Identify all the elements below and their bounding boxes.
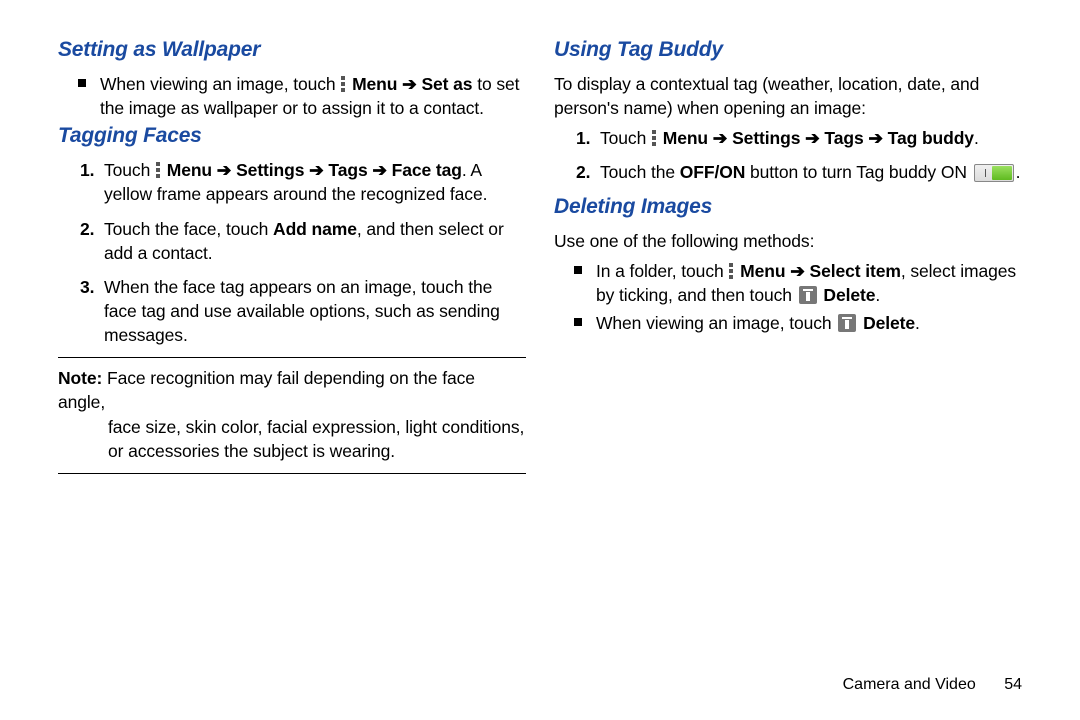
arrow-icon: ➔ (790, 261, 809, 281)
text: Touch the (600, 162, 680, 182)
page-footer: Camera and Video 54 (843, 676, 1022, 694)
footer-section: Camera and Video (843, 676, 976, 693)
left-column: Setting as Wallpaper When viewing an ima… (58, 38, 526, 482)
step-3: When the face tag appears on an image, t… (104, 275, 526, 347)
text: Touch (104, 160, 155, 180)
menu-icon (652, 130, 656, 146)
text: . (1016, 162, 1021, 182)
text-setas: Set as (421, 74, 472, 94)
text-offon: OFF/ON (680, 162, 746, 182)
text-delete: Delete (823, 285, 875, 305)
bullet-wallpaper: When viewing an image, touch Menu ➔ Set … (100, 72, 526, 120)
heading-tag-buddy: Using Tag Buddy (554, 38, 1022, 62)
arrow-icon: ➔ (402, 74, 421, 94)
right-column: Using Tag Buddy To display a contextual … (554, 38, 1022, 482)
divider (58, 473, 526, 474)
step-1: Touch Menu ➔ Settings ➔ Tags ➔ Tag buddy… (600, 126, 1022, 150)
trash-icon (838, 314, 856, 332)
step-2: Touch the face, touch Add name, and then… (104, 217, 526, 265)
text-path: Menu ➔ Settings ➔ Tags ➔ Tag buddy (663, 128, 974, 148)
step-1: Touch Menu ➔ Settings ➔ Tags ➔ Face tag.… (104, 158, 526, 206)
text: . (915, 313, 920, 333)
text-path: Menu ➔ Settings ➔ Tags ➔ Face tag (167, 160, 462, 180)
text: In a folder, touch (596, 261, 728, 281)
paragraph-methods: Use one of the following methods: (554, 229, 1022, 253)
text: button to turn Tag buddy ON (745, 162, 971, 182)
note-label: Note: (58, 368, 102, 388)
switch-on-icon (974, 164, 1014, 182)
trash-icon (799, 286, 817, 304)
text: When viewing an image, touch (596, 313, 836, 333)
text-addname: Add name (273, 219, 357, 239)
text: Touch (600, 128, 651, 148)
text: . (974, 128, 979, 148)
text: When viewing an image, touch (100, 74, 340, 94)
heading-tagging-faces: Tagging Faces (58, 124, 526, 148)
text-select: Select item (810, 261, 901, 281)
bullet-viewing-delete: When viewing an image, touch Delete. (596, 311, 1022, 335)
menu-icon (729, 263, 733, 279)
bullet-folder-delete: In a folder, touch Menu ➔ Select item, s… (596, 259, 1022, 307)
heading-wallpaper: Setting as Wallpaper (58, 38, 526, 62)
text: When the face tag appears on an image, t… (104, 277, 500, 345)
text-menu: Menu (740, 261, 785, 281)
text: face size, skin color, facial expression… (58, 415, 526, 463)
text: . (875, 285, 880, 305)
divider (58, 357, 526, 358)
heading-deleting-images: Deleting Images (554, 195, 1022, 219)
text-delete: Delete (863, 313, 915, 333)
step-2: Touch the OFF/ON button to turn Tag budd… (600, 160, 1022, 184)
text: Face recognition may fail depending on t… (58, 368, 475, 412)
text-menu: Menu (352, 74, 397, 94)
note-block: Note: Face recognition may fail dependin… (58, 366, 526, 463)
page-number: 54 (1004, 676, 1022, 694)
menu-icon (156, 162, 160, 178)
paragraph-intro: To display a contextual tag (weather, lo… (554, 72, 1022, 120)
menu-icon (341, 76, 345, 92)
text: Touch the face, touch (104, 219, 273, 239)
